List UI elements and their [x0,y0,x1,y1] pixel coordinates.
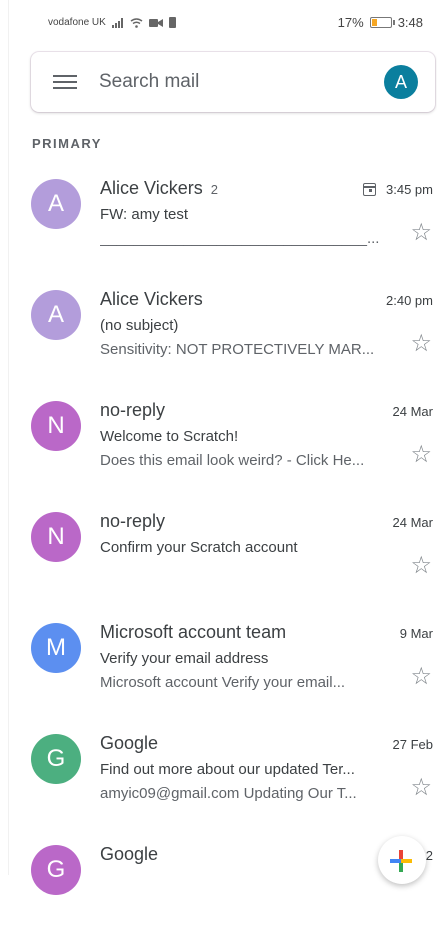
star-icon[interactable]: ☆ [410,776,432,800]
wifi-icon [130,17,143,28]
menu-icon[interactable] [53,75,77,89]
sender-label: no-reply [100,511,166,531]
email-date-wrap: 9 Mar [400,626,433,641]
sender-name: Google [100,733,166,754]
battery-icon [369,17,395,28]
email-snippet: Sensitivity: NOT PROTECTIVELY MAR... [100,341,375,358]
email-date: 24 Mar [392,404,433,419]
email-date: 9 Mar [399,626,433,641]
sender-label: Alice Vickers [100,178,203,198]
compose-button[interactable] [378,836,426,884]
email-row[interactable]: G Google 2 ☆ [0,831,437,942]
search-input[interactable]: Search mail [99,71,384,93]
email-date-wrap: 2 [426,848,433,863]
star-icon[interactable]: ☆ [410,221,432,245]
email-date: 2 [425,848,433,863]
star-icon[interactable]: ☆ [410,554,432,578]
sender-avatar[interactable]: N [31,401,81,451]
clock: 3:48 [397,15,423,30]
email-snippet: Does this email look weird? - Click He..… [100,452,365,469]
star-icon[interactable]: ☆ [410,332,432,356]
email-date-wrap: 27 Feb [393,737,433,752]
carrier-label: vodafone UK [48,17,106,28]
email-date-wrap: 24 Mar [393,515,433,530]
calendar-icon [363,183,377,196]
email-snippet: ________________________________... [100,230,380,247]
sender-label: Google [100,844,159,864]
email-date: 27 Feb [392,737,433,752]
sender-avatar[interactable]: N [31,512,81,562]
sender-avatar[interactable]: G [31,734,81,784]
status-left: vodafone UK [48,17,176,28]
email-snippet: Microsoft account Verify your email... [100,674,346,691]
email-row[interactable]: M Microsoft account team 9 Mar Verify yo… [0,609,437,720]
sender-name: Alice Vickers 2 [100,178,218,199]
email-date-wrap: 2:40 pm [386,293,433,308]
section-label: PRIMARY [32,136,102,151]
email-subject: Confirm your Scratch account [100,539,298,556]
email-list: A Alice Vickers 2 3:45 pm FW: amy test __… [0,165,437,942]
email-subject: Welcome to Scratch! [100,428,239,445]
status-right: 17% 3:48 [338,15,423,30]
email-snippet: amyic09@gmail.com Updating Our T... [100,785,357,802]
video-icon [148,18,163,27]
star-icon[interactable]: ☆ [410,443,432,467]
email-row[interactable]: N no-reply 24 Mar Welcome to Scratch! Do… [0,387,437,498]
battery-percent: 17% [337,15,364,30]
sender-label: no-reply [100,400,166,420]
sim-icon [168,17,176,28]
email-row[interactable]: N no-reply 24 Mar Confirm your Scratch a… [0,498,437,609]
sender-label: Google [100,733,159,753]
account-avatar[interactable]: A [384,65,418,99]
email-row[interactable]: G Google 27 Feb Find out more about our … [0,720,437,831]
email-date: 2:40 pm [386,293,433,308]
thread-count: 2 [210,182,218,197]
sender-avatar[interactable]: G [31,845,81,895]
sender-avatar[interactable]: A [31,179,81,229]
email-date: 24 Mar [392,515,433,530]
email-row[interactable]: A Alice Vickers 2:40 pm (no subject) Sen… [0,276,437,387]
email-date-wrap: 3:45 pm [363,182,433,197]
sender-name: Google [100,844,166,865]
signal-icon [111,17,123,28]
sender-name: no-reply [100,400,173,421]
sender-name: Alice Vickers [100,289,211,310]
email-date: 3:45 pm [386,182,433,197]
email-subject: (no subject) [100,317,179,334]
sender-name: no-reply [100,511,173,532]
sender-avatar[interactable]: M [31,623,81,673]
email-date-wrap: 24 Mar [393,404,433,419]
sender-avatar[interactable]: A [31,290,81,340]
sender-label: Microsoft account team [100,622,287,642]
sender-label: Alice Vickers [100,289,203,309]
compose-icon-bar [390,859,412,863]
search-bar[interactable]: Search mail A [31,52,435,112]
email-subject: Find out more about our updated Ter... [100,761,355,778]
email-subject: FW: amy test [100,206,189,223]
email-row[interactable]: A Alice Vickers 2 3:45 pm FW: amy test __… [0,165,437,276]
status-bar: vodafone UK 17% 3:48 [0,0,437,48]
email-subject: Verify your email address [100,650,269,667]
sender-name: Microsoft account team [100,622,294,643]
star-icon[interactable]: ☆ [410,665,432,689]
